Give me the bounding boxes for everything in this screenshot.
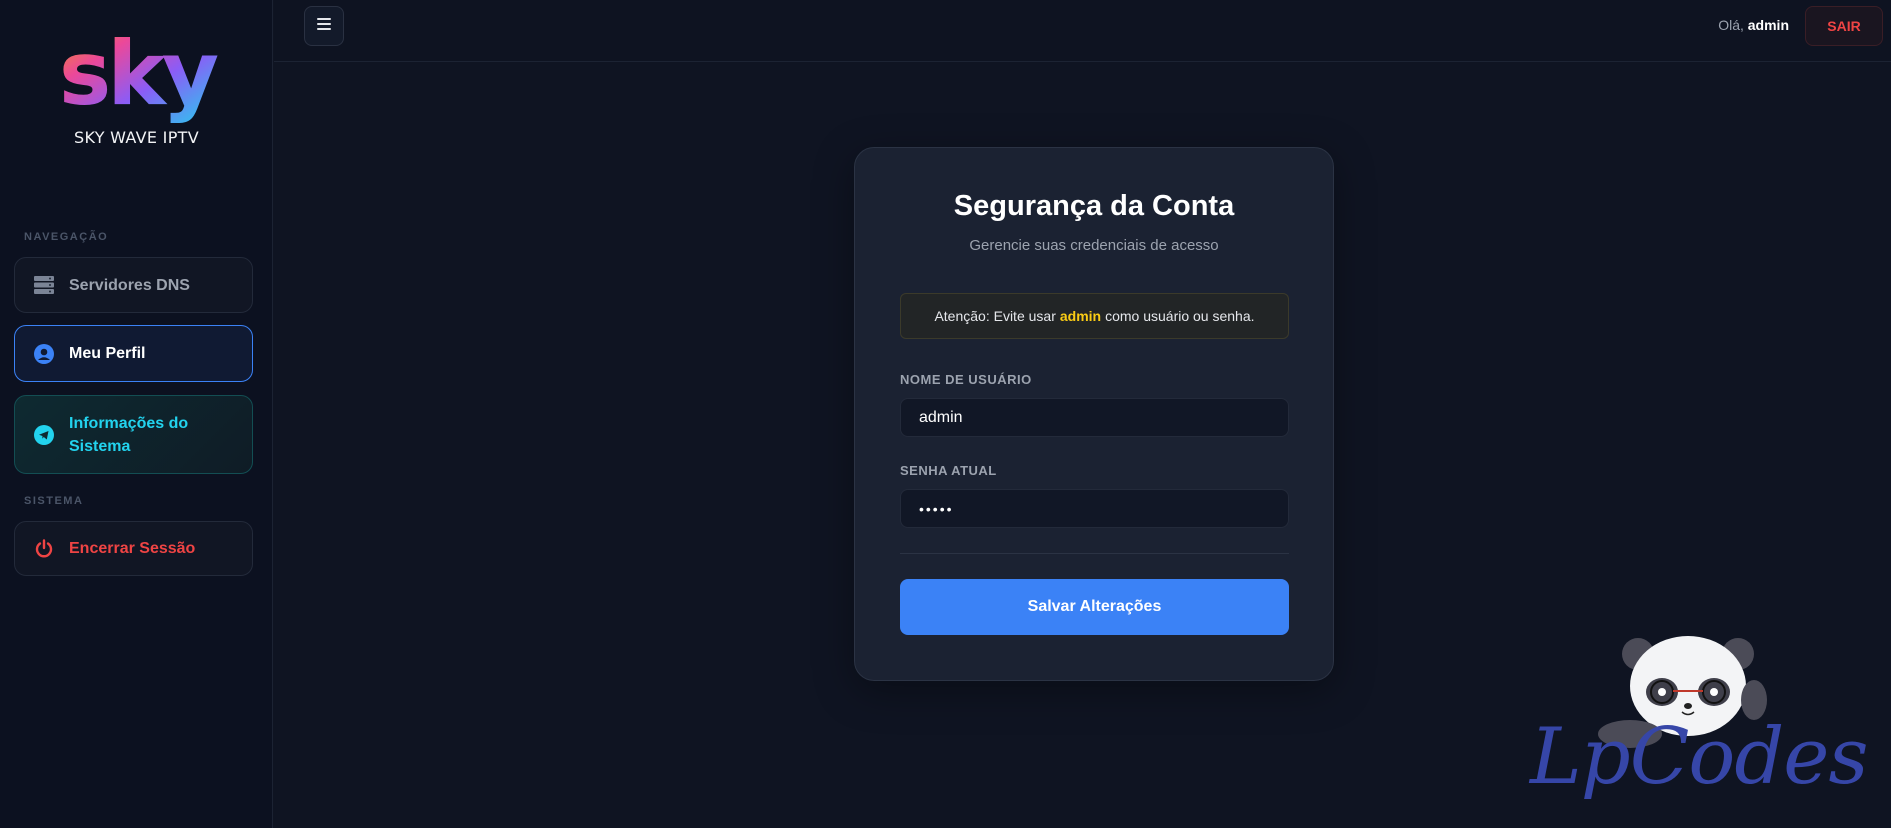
telegram-icon (33, 424, 55, 446)
password-label: SENHA ATUAL (900, 463, 997, 478)
divider (900, 553, 1289, 554)
alert-suffix: como usuário ou senha. (1105, 308, 1255, 324)
brand-name: SKY WAVE IPTV (74, 128, 199, 147)
alert-prefix: Atenção: Evite usar (934, 308, 1056, 324)
watermark: LpCodes (1520, 622, 1891, 828)
menu-toggle-button[interactable] (304, 6, 344, 46)
sidebar-item-label: Encerrar Sessão (69, 540, 196, 557)
power-icon (33, 538, 55, 560)
save-changes-button[interactable]: Salvar Alterações (900, 579, 1289, 635)
greeting-username: admin (1747, 17, 1789, 33)
logout-button[interactable]: SAIR (1805, 6, 1883, 46)
sky-logo-icon: sky (58, 24, 221, 124)
sidebar-item-end-session[interactable]: Encerrar Sessão (14, 521, 253, 576)
svg-text:sky: sky (58, 24, 217, 124)
greeting-prefix: Olá, (1718, 17, 1744, 33)
account-security-card: Segurança da Conta Gerencie suas credenc… (854, 147, 1334, 681)
sidebar-item-system-info[interactable]: Informações do Sistema (14, 395, 253, 474)
watermark-text: LpCodes (1530, 712, 1868, 802)
sidebar-item-dns-servers[interactable]: Servidores DNS (14, 257, 253, 313)
topbar: Olá, admin SAIR (274, 0, 1891, 62)
section-label-navigation: NAVEGAÇÃO (24, 231, 109, 243)
server-icon (33, 274, 55, 296)
sidebar-item-label: Servidores DNS (69, 276, 190, 294)
page-subtitle: Gerencie suas credenciais de acesso (969, 237, 1219, 254)
hamburger-icon (317, 17, 331, 35)
username-label: NOME DE USUÁRIO (900, 372, 1032, 387)
username-field[interactable]: admin (900, 398, 1289, 437)
user-circle-icon (33, 343, 55, 365)
password-field[interactable]: ••••• (900, 489, 1289, 528)
user-greeting: Olá, admin (1718, 17, 1789, 33)
page-title: Segurança da Conta (953, 190, 1235, 222)
sidebar-item-label: Meu Perfil (69, 345, 146, 362)
alert-highlight: admin (1059, 308, 1102, 324)
section-label-system: SISTEMA (24, 495, 84, 507)
sidebar-item-my-profile[interactable]: Meu Perfil (14, 325, 253, 382)
sidebar: sky SKY WAVE IPTV NAVEGAÇÃO Servidores D… (0, 0, 273, 828)
warning-alert: Atenção: Evite usar admin como usuário o… (900, 293, 1289, 339)
sidebar-item-label: Informações do Sistema (69, 414, 189, 455)
brand-logo[interactable]: sky SKY WAVE IPTV (0, 24, 273, 147)
